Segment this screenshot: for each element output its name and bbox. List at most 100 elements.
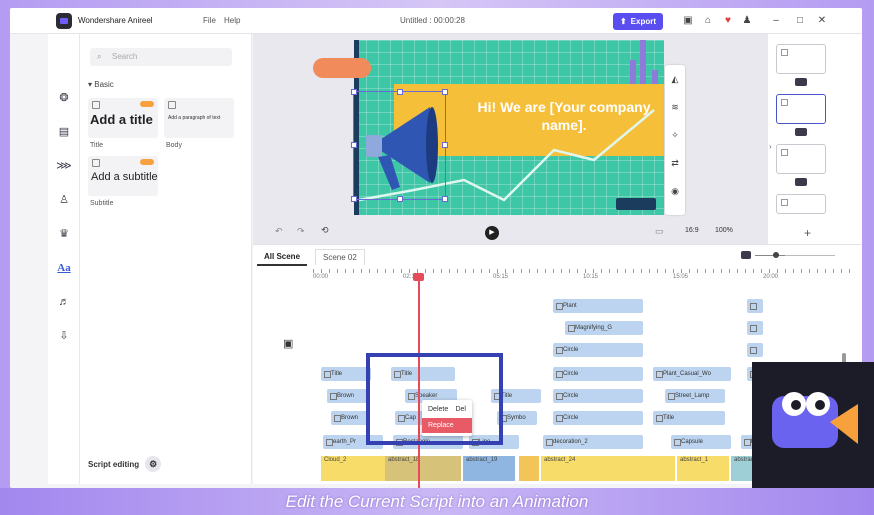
title-bar: Wondershare Anireel File Help Untitled :…: [10, 8, 862, 34]
scene-thumb-selected[interactable]: [776, 94, 826, 124]
bg-clip[interactable]: abstract_18: [385, 456, 461, 481]
template-card-title[interactable]: Add a title: [88, 98, 158, 138]
import-icon[interactable]: ⇩: [56, 328, 72, 344]
timeline-clip[interactable]: [747, 321, 763, 335]
headline-text[interactable]: Hi! We are [Your company name].: [474, 98, 654, 134]
color-icon[interactable]: ◉: [669, 185, 681, 197]
ruler-tick-label: 20:00: [763, 274, 779, 280]
preview-area: Hi! We are [Your company name]. ◭ ≋ ✧ ⇄ …: [253, 34, 767, 244]
menu-file[interactable]: File: [203, 16, 216, 25]
app-name: Wondershare Anireel: [78, 16, 153, 25]
template-icon: [168, 101, 176, 109]
user-icon[interactable]: ♟: [741, 15, 753, 27]
layers-icon[interactable]: ≋: [669, 101, 681, 113]
close-icon[interactable]: ✕: [816, 15, 828, 27]
effects-icon[interactable]: ⋙: [56, 158, 72, 174]
zoom-slider-track[interactable]: [755, 255, 785, 256]
timeline-clip[interactable]: Circle: [553, 389, 643, 403]
replace-icon[interactable]: ⇄: [669, 157, 681, 169]
selection-box[interactable]: [351, 89, 448, 202]
timeline-clip[interactable]: Plant: [553, 299, 643, 313]
script-editing-label: Script editing: [88, 459, 140, 469]
caption-text: Edit the Current Script into an Animatio…: [285, 492, 589, 511]
palette-icon[interactable]: ❂: [56, 90, 72, 106]
transition-icon[interactable]: [795, 128, 807, 136]
timeline-clip[interactable]: Brown: [331, 411, 367, 425]
animation-icon[interactable]: ✧: [669, 129, 681, 141]
transition-icon[interactable]: [795, 178, 807, 186]
tab-scene-02[interactable]: Scene 02: [315, 249, 365, 265]
transition-icon[interactable]: [795, 78, 807, 86]
menu-help[interactable]: Help: [224, 16, 240, 25]
scene-thumb[interactable]: [776, 144, 826, 174]
scene-thumb[interactable]: [776, 194, 826, 214]
zoom-slider-thumb[interactable]: [773, 252, 779, 258]
time-ruler[interactable]: 00:00 02:13 05:15 10:15 15:05 20:00: [313, 269, 853, 283]
timeline-clip[interactable]: Title: [653, 411, 725, 425]
media-icon[interactable]: ▤: [56, 124, 72, 140]
home-icon[interactable]: ⌂: [702, 15, 714, 27]
text-icon[interactable]: Aa: [56, 260, 72, 276]
bg-clip[interactable]: [519, 456, 539, 481]
menu-item-replace[interactable]: Replace: [422, 418, 472, 433]
card-caption: Title: [90, 142, 103, 149]
timeline-clip[interactable]: Circle: [553, 411, 643, 425]
redo-icon[interactable]: ↷: [297, 226, 305, 237]
track-icon[interactable]: ▣: [283, 337, 293, 350]
bg-clip[interactable]: abstract_1: [677, 456, 729, 481]
play-button[interactable]: ▶: [485, 226, 499, 240]
props-icon[interactable]: ♛: [56, 226, 72, 242]
timeline-clip[interactable]: Magnifying_G: [565, 321, 643, 335]
gift-icon[interactable]: ♥: [722, 15, 734, 27]
fit-icon[interactable]: [741, 251, 751, 259]
bg-clip[interactable]: abstract_19: [463, 456, 515, 481]
card-caption: Subtitle: [90, 200, 114, 207]
timeline-clip[interactable]: Circle: [553, 343, 643, 357]
collapse-arrow-icon[interactable]: ›: [769, 142, 772, 151]
scene-thumb[interactable]: [776, 44, 826, 74]
save-icon[interactable]: ▣: [682, 15, 694, 27]
timeline-clip[interactable]: decoration_2: [543, 435, 643, 449]
timeline-clip[interactable]: [747, 343, 763, 357]
timeline-clip[interactable]: Circle: [553, 367, 643, 381]
timeline-clip[interactable]: Title: [321, 367, 371, 381]
timeline-clip[interactable]: Plant_Casual_Wo: [653, 367, 731, 381]
export-label: Export: [630, 17, 657, 26]
app-window: Wondershare Anireel File Help Untitled :…: [10, 8, 862, 488]
timeline-clip[interactable]: Street_Lamp: [665, 389, 725, 403]
script-editing-bar[interactable]: Script editing ⚙: [80, 444, 252, 484]
template-card-subtitle[interactable]: Add a subtitle: [88, 156, 158, 196]
screenshot-icon[interactable]: ▭: [655, 226, 664, 237]
search-input[interactable]: ⌕ Search: [90, 48, 232, 66]
playback-controls: ↶ ↷ ⟲ ▶ ▭ 16:9 100%: [253, 220, 767, 244]
character-icon[interactable]: ♙: [56, 192, 72, 208]
bg-clip[interactable]: abstract_24: [541, 456, 675, 481]
aspect-ratio-select[interactable]: 16:9: [685, 227, 699, 234]
add-scene-icon[interactable]: +: [804, 226, 811, 240]
music-icon[interactable]: ♬: [56, 294, 72, 310]
reset-icon[interactable]: ⟲: [321, 225, 329, 236]
undo-icon[interactable]: ↶: [275, 226, 283, 237]
menu-item-delete[interactable]: Delete Del: [422, 402, 472, 417]
zoom-level[interactable]: 100%: [715, 227, 733, 234]
timeline-clip[interactable]: [747, 299, 763, 313]
export-button[interactable]: ⬆ Export: [613, 13, 663, 30]
flip-icon[interactable]: ◭: [669, 73, 681, 85]
settings-gear-icon[interactable]: ⚙: [145, 456, 162, 472]
timeline-clip[interactable]: Brown: [327, 389, 367, 403]
company-logo: [616, 198, 656, 210]
card-subtitle-text: Add a subtitle: [91, 171, 158, 183]
app-logo-icon: [56, 13, 72, 29]
timeline-clip[interactable]: Capsule: [671, 435, 731, 449]
maximize-icon[interactable]: □: [794, 15, 806, 27]
card-caption: Body: [166, 142, 182, 149]
minimize-icon[interactable]: –: [770, 15, 782, 27]
ruler-tick-label: 05:15: [493, 274, 509, 280]
bg-clip[interactable]: Cloud_2: [321, 456, 385, 481]
template-card-body[interactable]: Add a paragraph of text: [164, 98, 234, 138]
document-title: Untitled : 00:00:28: [400, 16, 465, 25]
section-title-basic[interactable]: ▾ Basic: [88, 80, 114, 89]
card-title-text: Add a title: [90, 112, 153, 127]
timeline-clip[interactable]: Symbo: [497, 411, 537, 425]
tab-all-scene[interactable]: All Scene: [257, 249, 308, 266]
